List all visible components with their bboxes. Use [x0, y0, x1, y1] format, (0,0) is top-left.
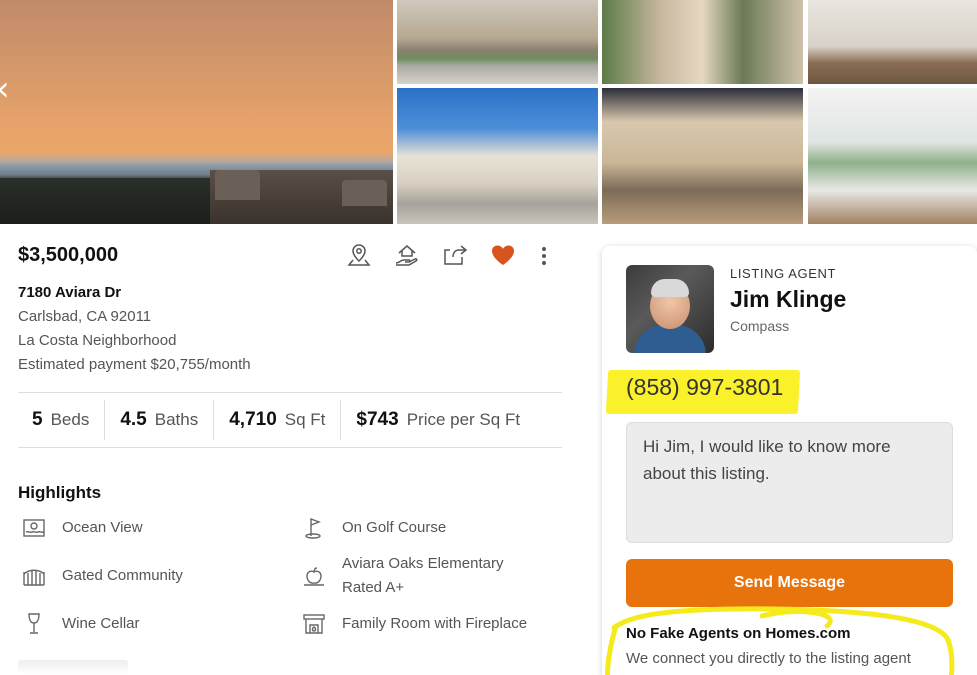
stat-label: Sq Ft	[284, 410, 326, 429]
no-fake-agents-text: We connect you directly to the listing a…	[626, 650, 911, 667]
stat-label: Baths	[154, 410, 199, 429]
avatar-hair	[651, 279, 689, 297]
wine-glass-icon	[22, 612, 46, 636]
highlight-label: On Golf Course	[342, 519, 447, 536]
thumbnail-photo[interactable]	[397, 0, 598, 84]
stat-sqft: 4,710 Sq Ft	[214, 400, 342, 440]
listing-price: $3,500,000	[18, 244, 119, 266]
agent-company: Compass	[730, 318, 790, 334]
next-section-heading	[18, 660, 128, 675]
highlight-label: Gated Community	[62, 567, 183, 584]
home-value-button[interactable]	[392, 240, 422, 270]
estimated-payment[interactable]: Estimated payment $20,755/month	[18, 356, 251, 373]
ocean-view-icon	[22, 516, 46, 540]
thumbnail-photo[interactable]	[808, 88, 977, 224]
map-pin-icon	[347, 244, 371, 266]
main-photo[interactable]: ‹	[0, 0, 393, 224]
thumbnail-photo[interactable]	[808, 0, 977, 84]
highlight-label: Family Room with Fireplace	[342, 615, 528, 632]
thumbnail-photo[interactable]	[397, 88, 598, 224]
highlight-item: Aviara Oaks Elementary Rated A+	[302, 552, 503, 600]
stat-value: 4.5	[120, 409, 147, 430]
highlight-label-line: Aviara Oaks Elementary	[342, 555, 504, 572]
agent-phone-link[interactable]: (858) 997-3801	[626, 374, 783, 401]
photo-gallery: ‹	[0, 0, 977, 224]
gate-icon	[22, 564, 46, 588]
listing-city: Carlsbad, CA 92011	[18, 308, 152, 325]
stat-label: Price per Sq Ft	[406, 410, 521, 429]
photo-trees	[0, 178, 230, 224]
more-options-button[interactable]	[536, 240, 552, 270]
highlight-label-line: Rated A+	[342, 579, 405, 596]
fireplace-icon	[302, 612, 326, 636]
stat-value: $743	[356, 409, 399, 430]
prev-photo-arrow-icon[interactable]: ‹	[0, 72, 20, 106]
thumbnail-photo[interactable]	[602, 0, 803, 84]
highlight-item: Family Room with Fireplace	[302, 612, 527, 636]
stat-value: 5	[32, 409, 43, 430]
listing-address: 7180 Aviara Dr	[18, 284, 122, 301]
share-button[interactable]	[440, 240, 470, 270]
listing-actions	[344, 240, 552, 270]
share-icon	[444, 245, 468, 265]
favorite-button[interactable]	[488, 240, 518, 270]
avatar-shirt	[634, 325, 706, 353]
agent-avatar	[626, 265, 714, 353]
highlight-item: Gated Community	[22, 564, 183, 588]
highlight-item: Ocean View	[22, 516, 143, 540]
agent-name[interactable]: Jim Klinge	[730, 286, 846, 313]
map-location-button[interactable]	[344, 240, 374, 270]
highlight-label: Wine Cellar	[62, 615, 140, 632]
stat-baths: 4.5 Baths	[105, 400, 215, 440]
stat-beds: 5 Beds	[18, 400, 106, 440]
golf-flag-icon	[302, 516, 326, 540]
heart-icon	[492, 245, 514, 265]
message-input[interactable]: Hi Jim, I would like to know more about …	[626, 422, 953, 543]
listing-stats: 5 Beds 4.5 Baths 4,710 Sq Ft $743 Price …	[18, 392, 562, 448]
highlight-item: On Golf Course	[302, 516, 446, 540]
highlight-item: Wine Cellar	[22, 612, 140, 636]
stat-price-per-sqft: $743 Price per Sq Ft	[341, 400, 520, 440]
photo-chimney	[215, 170, 260, 200]
home-hand-icon	[395, 245, 418, 266]
listing-neighborhood[interactable]: La Costa Neighborhood	[18, 332, 176, 349]
no-fake-agents-title: No Fake Agents on Homes.com	[626, 625, 851, 642]
more-vertical-icon	[542, 247, 546, 265]
highlight-label: Aviara Oaks Elementary Rated A+	[342, 552, 503, 600]
highlights-title: Highlights	[18, 483, 102, 502]
school-apple-icon	[302, 564, 326, 588]
agent-role-label: LISTING AGENT	[730, 266, 837, 281]
photo-chimney	[342, 180, 387, 206]
thumbnail-photo[interactable]	[602, 88, 803, 224]
send-message-button[interactable]: Send Message	[626, 559, 953, 607]
stat-value: 4,710	[229, 409, 277, 430]
stat-label: Beds	[50, 410, 90, 429]
agent-contact-card: LISTING AGENT Jim Klinge Compass (858) 9…	[602, 246, 977, 675]
highlight-label: Ocean View	[62, 519, 143, 536]
